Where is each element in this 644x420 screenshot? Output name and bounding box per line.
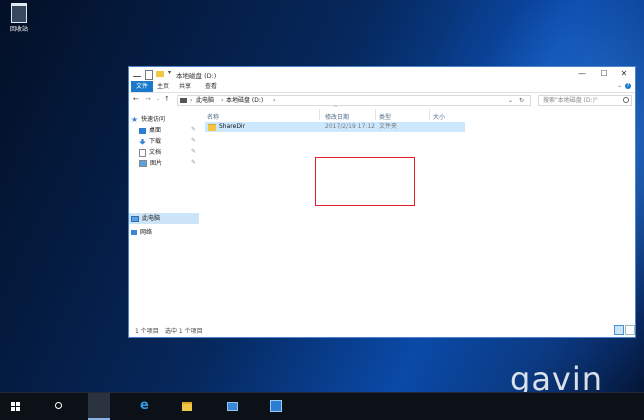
search-placeholder: 搜索"本地磁盘 (D:)": [543, 97, 598, 104]
computer-icon: [131, 215, 139, 222]
pin-icon[interactable]: ✎: [191, 148, 196, 155]
status-selected: 选中 1 个项目: [165, 328, 203, 335]
server-manager-icon: [227, 402, 238, 411]
forward-icon[interactable]: →: [145, 95, 151, 103]
nav-label: 文档: [149, 149, 162, 156]
back-icon[interactable]: ←: [133, 95, 139, 103]
explorer-window: ▾ 本地磁盘 (D:) — ☐ ✕ 文件 主页 共享 查看 ⌄? ← → ⌄ ↑…: [128, 66, 636, 338]
nav-item-this-pc[interactable]: 此电脑: [131, 213, 160, 224]
taskbar-app[interactable]: [132, 393, 282, 420]
nav-item-downloads[interactable]: 下载: [139, 136, 161, 147]
drive-icon: [180, 98, 187, 103]
task-view-button[interactable]: [45, 393, 107, 420]
address-dropdown-icon[interactable]: ⌄: [508, 96, 513, 105]
tab-share[interactable]: 共享: [175, 81, 195, 92]
file-list: ^ 名称 修改日期 类型 大小 ShareDir 2017/2/19 17:12…: [201, 105, 635, 321]
nav-item-pictures[interactable]: 图片: [139, 158, 162, 169]
recycle-bin-label: 回收站: [9, 26, 28, 33]
status-item-count: 1 个项目: [135, 328, 159, 335]
breadcrumb-separator-icon[interactable]: ›: [221, 96, 223, 105]
ribbon-tabs: 文件 主页 共享 查看 ⌄?: [129, 81, 635, 93]
refresh-icon[interactable]: ↻: [519, 96, 524, 105]
nav-label: 桌面: [149, 127, 162, 134]
app-icon: [270, 400, 282, 412]
properties-icon[interactable]: [145, 70, 153, 80]
taskbar-server-manager[interactable]: [110, 393, 238, 420]
nav-label: 图片: [150, 160, 163, 167]
search-button[interactable]: [24, 393, 62, 420]
help-icon[interactable]: ?: [625, 83, 631, 89]
nav-item-quick-access[interactable]: 快速访问: [131, 114, 165, 125]
file-name: ShareDir: [219, 123, 246, 130]
column-header-type[interactable]: 类型: [379, 112, 391, 121]
desktop-icon: [139, 127, 146, 134]
file-type: 文件夹: [379, 123, 398, 130]
pin-icon[interactable]: ✎: [191, 159, 196, 166]
nav-item-documents[interactable]: 文档: [139, 147, 161, 158]
table-row[interactable]: ShareDir 2017/2/19 17:12 文件夹: [205, 122, 465, 132]
title-bar: ▾ 本地磁盘 (D:) — ☐ ✕: [129, 67, 635, 81]
column-divider[interactable]: [319, 109, 320, 120]
tab-file[interactable]: 文件: [131, 81, 154, 92]
tab-home[interactable]: 主页: [153, 81, 173, 92]
column-header-name[interactable]: 名称: [207, 112, 219, 121]
system-menu-icon[interactable]: [133, 70, 141, 77]
picture-icon: [139, 160, 147, 167]
nav-label: 下载: [149, 138, 162, 145]
nav-label: 此电脑: [142, 215, 161, 222]
maximize-button[interactable]: ☐: [593, 67, 615, 81]
recycle-bin-icon: [11, 3, 27, 23]
column-header-size[interactable]: 大小: [433, 112, 445, 121]
status-bar: 1 个项目 选中 1 个项目: [129, 323, 635, 336]
file-explorer-icon: [182, 402, 192, 411]
download-icon: [139, 138, 146, 145]
navigation-bar: ← → ⌄ ↑ › 此电脑 › 本地磁盘 (D:) › ⌄ ↻ 搜索"本地磁盘 …: [129, 93, 635, 107]
minimize-button[interactable]: —: [571, 67, 593, 81]
pin-icon[interactable]: ✎: [191, 126, 196, 133]
column-divider[interactable]: [375, 109, 376, 120]
star-icon: [131, 116, 138, 122]
taskbar-internet-explorer[interactable]: e: [67, 393, 149, 420]
breadcrumb-this-pc[interactable]: 此电脑: [196, 96, 214, 105]
window-title: 本地磁盘 (D:): [176, 72, 217, 80]
breadcrumb-separator-icon[interactable]: ›: [273, 96, 275, 105]
address-bar[interactable]: › 此电脑 › 本地磁盘 (D:) › ⌄ ↻: [177, 95, 531, 106]
document-icon: [139, 148, 146, 157]
windows-logo-icon: [11, 402, 20, 411]
column-divider[interactable]: [429, 109, 430, 120]
close-button[interactable]: ✕: [613, 67, 635, 81]
network-icon: [131, 230, 137, 235]
details-view-button[interactable]: [614, 325, 624, 335]
nav-item-network[interactable]: 网络: [131, 227, 152, 238]
breadcrumb-separator-icon[interactable]: ›: [190, 96, 192, 105]
breadcrumb-drive-d[interactable]: 本地磁盘 (D:): [226, 96, 263, 105]
sort-ascending-icon: ^: [333, 105, 339, 112]
recent-locations-icon[interactable]: ⌄: [156, 96, 160, 102]
new-folder-icon[interactable]: [156, 71, 164, 77]
search-input[interactable]: 搜索"本地磁盘 (D:)": [538, 95, 632, 106]
pin-icon[interactable]: ✎: [191, 137, 196, 144]
navigation-pane: 快速访问 ✎ 桌面 ✎ 下载 ✎ 文档 ✎ 图片 此电脑 网络: [129, 109, 199, 321]
taskbar-file-explorer[interactable]: [88, 393, 192, 420]
customize-qat-icon[interactable]: ▾: [168, 69, 171, 77]
search-icon[interactable]: [623, 97, 629, 103]
nav-label: 快速访问: [141, 116, 166, 123]
expand-ribbon-icon[interactable]: ⌄: [617, 82, 622, 89]
recycle-bin[interactable]: 回收站: [5, 3, 33, 33]
taskbar: e: [0, 392, 644, 420]
start-button[interactable]: [3, 393, 25, 420]
highlight-annotation-box: [315, 157, 415, 206]
nav-item-desktop[interactable]: 桌面: [139, 125, 161, 136]
column-header-modified[interactable]: 修改日期: [325, 112, 349, 121]
folder-icon: [208, 124, 216, 131]
large-icons-view-button[interactable]: [625, 325, 635, 335]
up-icon[interactable]: ↑: [164, 95, 170, 103]
nav-label: 网络: [140, 229, 153, 236]
file-modified: 2017/2/19 17:12: [325, 123, 375, 130]
tab-view[interactable]: 查看: [201, 81, 221, 92]
